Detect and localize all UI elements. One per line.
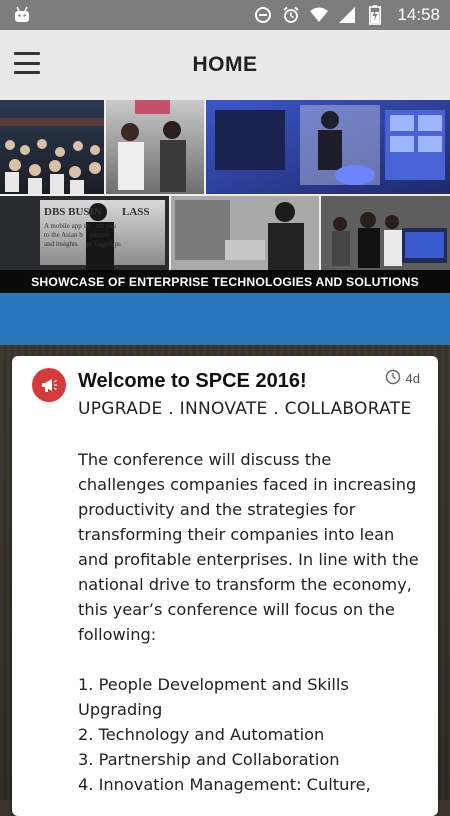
post-timestamp: 4d <box>385 369 420 388</box>
focus-list: 1. People Development and Skills Upgradi… <box>78 672 408 797</box>
post-title: Welcome to SPCE 2016! <box>78 370 307 392</box>
post-line: productivity and the strategies for <box>78 500 356 519</box>
banner-sign: DBS BUSIN LASS A mobile app th cts you t… <box>44 206 164 249</box>
megaphone-icon <box>32 368 66 402</box>
banner-sign-line: and insights ur fingertips <box>44 240 121 248</box>
list-item: 3. Partnership and Collaboration <box>78 750 340 769</box>
post-body: The conference will discuss the challeng… <box>78 447 419 797</box>
clock-icon <box>385 369 401 388</box>
post-line: challenges companies faced in increasing <box>78 475 417 494</box>
data-saver-icon <box>253 5 273 25</box>
post-line: national drive to transform the economy, <box>78 575 412 594</box>
banner-sign-line: to the Asian b munity <box>44 231 110 239</box>
android-icon <box>12 5 32 25</box>
list-item: 4. Innovation Management: Culture, <box>78 775 371 794</box>
banner-caption: SHOWCASE OF ENTERPRISE TECHNOLOGIES AND … <box>0 270 450 293</box>
banner-collage <box>0 100 450 293</box>
hamburger-menu-icon[interactable] <box>14 52 40 74</box>
post-time: 4d <box>405 371 420 386</box>
accent-band <box>0 293 450 345</box>
post-line: transforming their companies into lean <box>78 525 395 544</box>
list-item: Upgrading <box>78 700 163 719</box>
list-item: 1. People Development and Skills <box>78 675 349 694</box>
post-line: following: <box>78 625 157 644</box>
app-bar: HOME <box>0 30 450 100</box>
post-paragraph: The conference will discuss the challeng… <box>78 447 419 647</box>
banner-image[interactable]: DBS BUSIN LASS A mobile app th cts you t… <box>0 100 450 293</box>
list-item: 2. Technology and Automation <box>78 725 325 744</box>
post-subtitle: UPGRADE . INNOVATE . COLLABORATE <box>78 399 412 419</box>
banner-sign-line: LASS <box>122 206 150 218</box>
wifi-icon <box>309 5 329 25</box>
status-time: 14:58 <box>397 5 440 24</box>
alarm-icon <box>281 5 301 25</box>
signal-icon <box>337 5 357 25</box>
post-line: and profitable enterprises. In line with… <box>78 550 419 569</box>
page-title: HOME <box>192 53 258 76</box>
banner-sign-line: A mobile app th cts you <box>44 222 116 230</box>
post-line: The conference will discuss the <box>78 450 332 469</box>
post-line: this year’s conference will focus on the <box>78 600 395 619</box>
status-bar: 14:58 <box>0 0 450 30</box>
post-card[interactable]: Welcome to SPCE 2016! 4d UPGRADE . INNOV… <box>12 356 438 816</box>
battery-charging-icon <box>365 5 385 25</box>
